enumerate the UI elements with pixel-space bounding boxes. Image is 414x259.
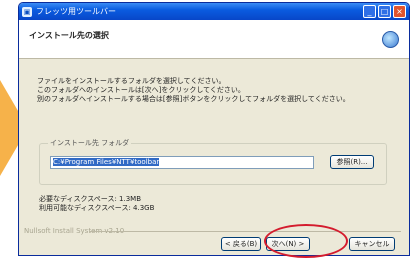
page-title: インストール先の選択 — [29, 31, 109, 40]
maximize-button[interactable]: □ — [378, 5, 391, 18]
disk-space-info: 必要なディスクスペース: 1.3MB 利用可能なディスクスペース: 4.3GB — [39, 195, 154, 213]
install-path-input[interactable]: C:¥Program Files¥NTT¥toolbar — [50, 156, 314, 169]
required-space: 必要なディスクスペース: 1.3MB — [39, 195, 142, 203]
footer-separator — [89, 231, 401, 232]
browse-button[interactable]: 参照(R)... — [330, 155, 374, 169]
description-text: ファイルをインストールするフォルダを選択してください。 このフォルダへのインスト… — [37, 77, 389, 104]
page-header: インストール先の選択 — [19, 20, 409, 59]
description-line: ファイルをインストールするフォルダを選択してください。 — [37, 77, 226, 85]
install-folder-label: インストール先 フォルダ — [48, 138, 132, 148]
highlight-ellipse — [264, 224, 348, 258]
window-title: フレッツ用ツールバー — [36, 7, 116, 16]
available-space: 利用可能なディスクスペース: 4.3GB — [39, 204, 155, 212]
back-button[interactable]: < 戻る(B) — [221, 237, 261, 251]
setup-icon — [382, 31, 399, 48]
cancel-button[interactable]: キャンセル — [349, 237, 395, 251]
title-bar[interactable]: ▣ フレッツ用ツールバー _ □ × — [19, 3, 409, 20]
install-path-value: C:¥Program Files¥NTT¥toolbar — [53, 158, 160, 166]
description-line: このフォルダへのインストールは[次へ]をクリックしてください。 — [37, 86, 245, 94]
installer-window: ▣ フレッツ用ツールバー _ □ × インストール先の選択 ファイルをインストー… — [18, 2, 410, 256]
app-icon: ▣ — [22, 6, 32, 17]
install-folder-group: インストール先 フォルダ C:¥Program Files¥NTT¥toolba… — [39, 138, 387, 185]
description-line: 別のフォルダへインストールする場合は[参照]ボタンをクリックしてフォルダを選択し… — [37, 95, 350, 103]
minimize-button[interactable]: _ — [363, 5, 376, 18]
close-button[interactable]: × — [393, 5, 406, 18]
